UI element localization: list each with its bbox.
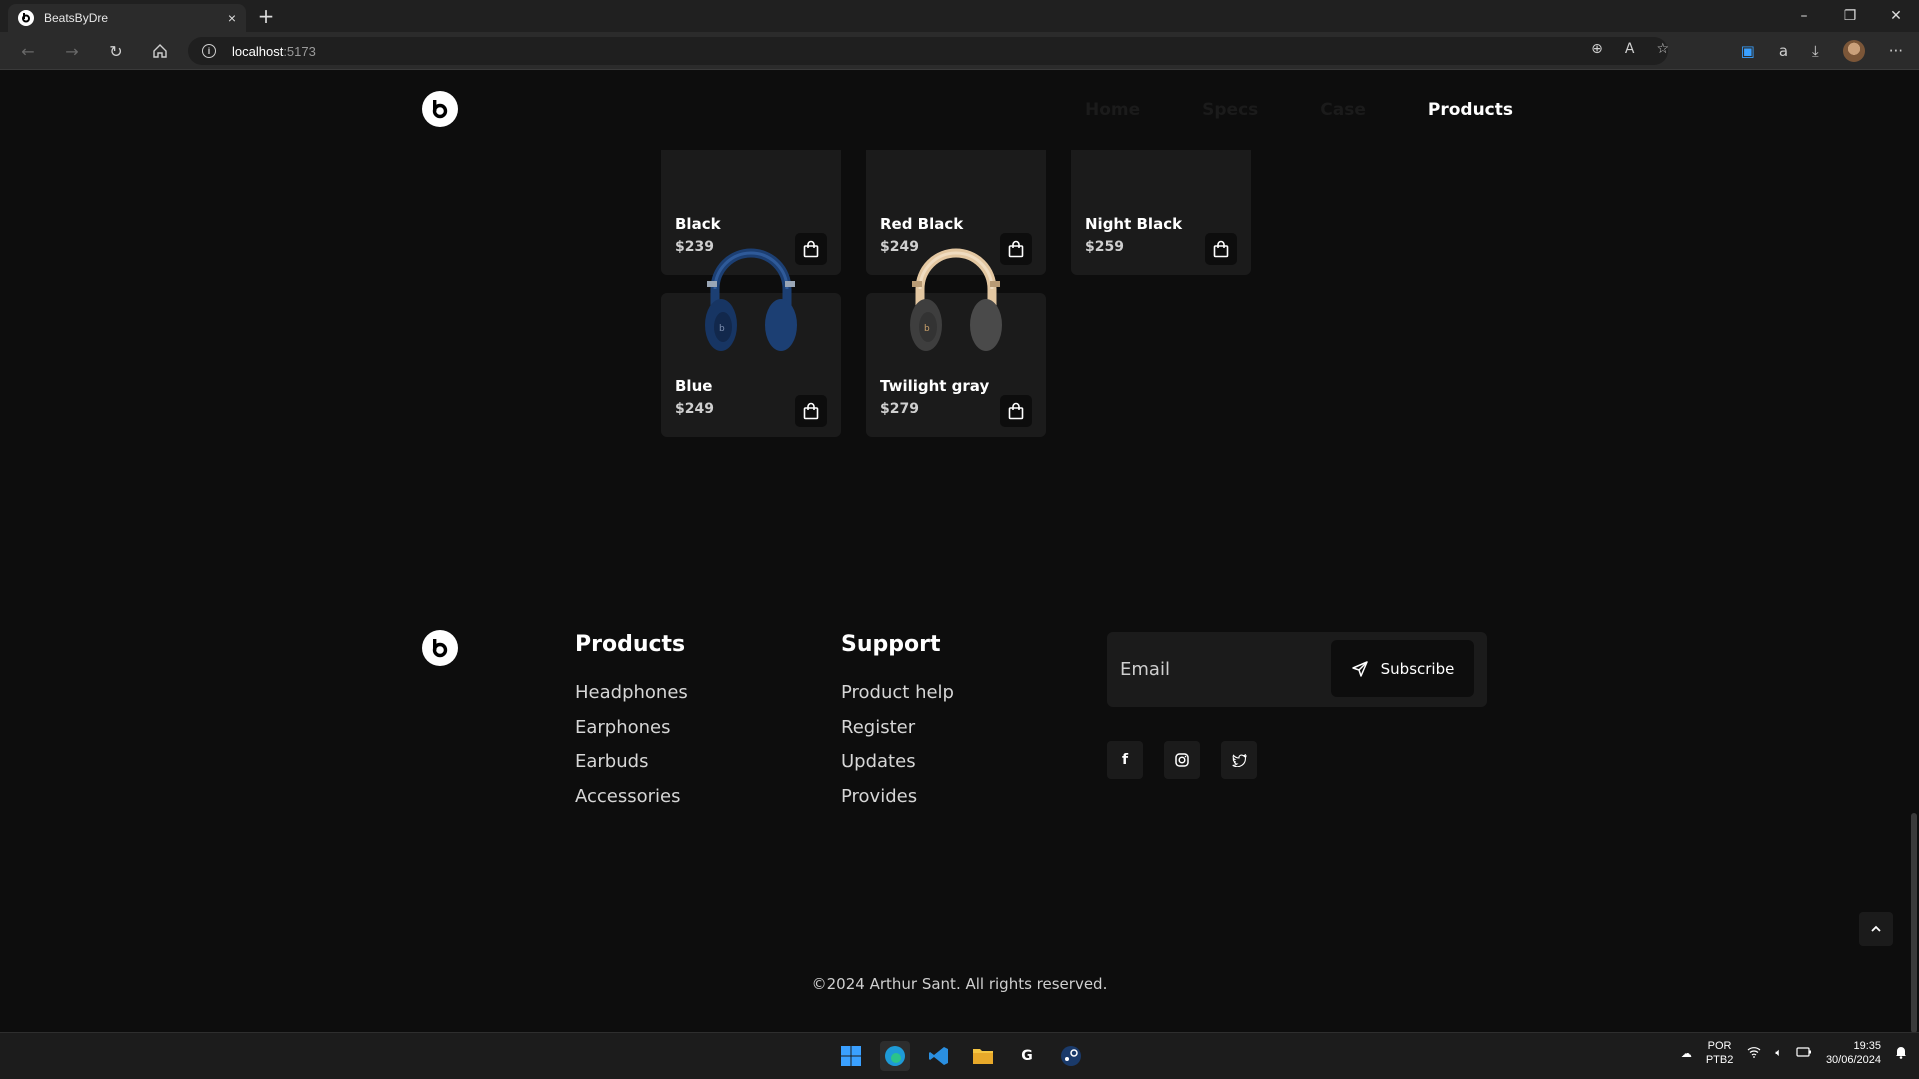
shopping-bag-icon xyxy=(1213,240,1229,258)
shopping-bag-icon xyxy=(803,240,819,258)
footer-link-product-help[interactable]: Product help xyxy=(841,682,954,703)
footer-link-earphones[interactable]: Earphones xyxy=(575,717,671,738)
product-card[interactable]: Night Black $259 xyxy=(1071,131,1251,275)
footer-link-register[interactable]: Register xyxy=(841,717,915,738)
product-card[interactable]: b Twilight gray $279 xyxy=(866,248,1046,437)
file-explorer-icon[interactable] xyxy=(968,1041,998,1071)
beats-favicon-icon xyxy=(18,10,34,26)
clock-time: 19:35 xyxy=(1853,1040,1881,1052)
footer-link-provides[interactable]: Provides xyxy=(841,786,917,807)
footer-beats-logo-icon[interactable] xyxy=(422,630,458,666)
product-name: Black xyxy=(675,215,721,233)
page-viewport: Black $239 Red Black $249 Night Black $2… xyxy=(0,71,1919,1032)
product-name: Red Black xyxy=(880,215,964,233)
wifi-icon[interactable] xyxy=(1747,1046,1761,1061)
footer-link-headphones[interactable]: Headphones xyxy=(575,682,688,703)
site-navbar: Home Specs Case Products xyxy=(0,71,1919,150)
browser-tab-bar: BeatsByDre × + – ❐ ✕ xyxy=(0,0,1919,32)
footer-link-accessories[interactable]: Accessories xyxy=(575,786,681,807)
browser-tab[interactable]: BeatsByDre × xyxy=(8,4,246,32)
product-name: Night Black xyxy=(1085,215,1183,233)
product-price: $259 xyxy=(1085,239,1124,255)
minimize-button[interactable]: – xyxy=(1781,0,1827,32)
footer-link-earbuds[interactable]: Earbuds xyxy=(575,751,648,772)
headphones-image-blue: b xyxy=(705,248,797,351)
profile-avatar[interactable] xyxy=(1842,40,1865,62)
instagram-icon[interactable] xyxy=(1164,741,1200,779)
twitter-icon[interactable] xyxy=(1221,741,1257,779)
footer-support-title: Support xyxy=(841,632,941,657)
screenshot-extension-icon[interactable]: ▣ xyxy=(1741,42,1755,60)
favorite-star-icon[interactable]: ☆ xyxy=(1656,41,1669,57)
chevron-up-icon xyxy=(1871,925,1881,932)
windows-taskbar: G ☁ POR PTB2 🔈︎ 19:35 30/06/2024 xyxy=(0,1032,1919,1079)
home-icon[interactable] xyxy=(148,39,172,63)
clock[interactable]: 19:35 30/06/2024 xyxy=(1826,1039,1881,1067)
svg-text:b: b xyxy=(924,324,930,334)
url-field[interactable]: i localhost:5173 xyxy=(188,37,1668,65)
address-bar-row: ← → ↻ i localhost:5173 ⊕ A ☆ ▣ a ⤓ ··· xyxy=(0,32,1919,70)
steam-icon[interactable] xyxy=(1056,1041,1086,1071)
add-to-cart-button[interactable] xyxy=(1000,395,1032,427)
forward-arrow-icon[interactable]: → xyxy=(60,39,84,63)
email-input[interactable] xyxy=(1120,650,1320,688)
product-name: Blue xyxy=(675,377,713,395)
volume-icon[interactable]: 🔈︎ xyxy=(1775,1047,1782,1060)
nav-link-home[interactable]: Home xyxy=(1085,100,1140,120)
url-port: :5173 xyxy=(283,43,316,59)
nav-link-case[interactable]: Case xyxy=(1320,100,1366,120)
main-nav: Home Specs Case Products xyxy=(1085,100,1513,120)
keyboard-layout: PTB2 xyxy=(1705,1054,1734,1066)
newsletter-form: Subscribe xyxy=(1107,632,1487,707)
edge-browser-icon[interactable] xyxy=(880,1041,910,1071)
language-indicator[interactable]: POR PTB2 xyxy=(1706,1039,1734,1067)
onedrive-cloud-icon[interactable]: ☁ xyxy=(1681,1047,1692,1060)
download-icon[interactable]: ⤓ xyxy=(1812,42,1819,60)
shopping-bag-icon xyxy=(1008,240,1024,258)
page-scrollbar[interactable] xyxy=(1911,813,1917,1032)
translate-extension-icon[interactable]: a xyxy=(1779,42,1788,60)
tab-close-icon[interactable]: × xyxy=(228,10,236,26)
clock-date: 30/06/2024 xyxy=(1825,1054,1881,1066)
shopping-bag-icon xyxy=(803,402,819,420)
new-tab-button[interactable]: + xyxy=(254,4,278,28)
subscribe-button[interactable]: Subscribe xyxy=(1331,640,1474,697)
shopping-bag-icon xyxy=(1008,402,1024,420)
subscribe-label: Subscribe xyxy=(1380,659,1455,678)
copyright-text: ©2024 Arthur Sant. All rights reserved. xyxy=(811,975,1108,993)
site-info-icon[interactable]: i xyxy=(202,44,216,58)
app-g-icon[interactable]: G xyxy=(1012,1041,1042,1071)
product-name: Twilight gray xyxy=(880,377,990,395)
language-code: POR xyxy=(1707,1040,1732,1052)
add-to-cart-button[interactable] xyxy=(1205,233,1237,265)
add-to-cart-button[interactable] xyxy=(795,395,827,427)
reload-icon[interactable]: ↻ xyxy=(104,39,128,63)
close-window-button[interactable]: ✕ xyxy=(1873,0,1919,32)
footer-products-title: Products xyxy=(575,632,686,657)
notification-bell-icon[interactable] xyxy=(1895,1045,1907,1062)
tab-title: BeatsByDre xyxy=(44,11,109,25)
svg-text:b: b xyxy=(719,324,725,334)
zoom-icon[interactable]: ⊕ xyxy=(1591,41,1603,57)
read-aloud-icon[interactable]: A xyxy=(1625,41,1635,57)
windows-start-icon[interactable] xyxy=(836,1041,866,1071)
restore-button[interactable]: ❐ xyxy=(1827,0,1873,32)
product-price: $279 xyxy=(880,401,919,417)
send-icon xyxy=(1351,660,1368,677)
nav-link-specs[interactable]: Specs xyxy=(1202,100,1258,120)
headphones-image-twilight-gray: b xyxy=(910,248,1002,351)
product-price: $249 xyxy=(675,401,714,417)
vscode-icon[interactable] xyxy=(924,1041,954,1071)
more-menu-icon[interactable]: ··· xyxy=(1889,42,1903,60)
back-arrow-icon[interactable]: ← xyxy=(16,39,40,63)
product-card[interactable]: b Blue $249 xyxy=(661,248,841,437)
nav-link-products[interactable]: Products xyxy=(1428,100,1513,120)
facebook-icon[interactable]: f xyxy=(1107,741,1143,779)
scroll-to-top-button[interactable] xyxy=(1859,912,1893,946)
beats-logo-icon[interactable] xyxy=(422,91,458,127)
battery-icon[interactable] xyxy=(1796,1046,1812,1060)
footer-link-updates[interactable]: Updates xyxy=(841,751,916,772)
url-host: localhost xyxy=(232,43,284,59)
